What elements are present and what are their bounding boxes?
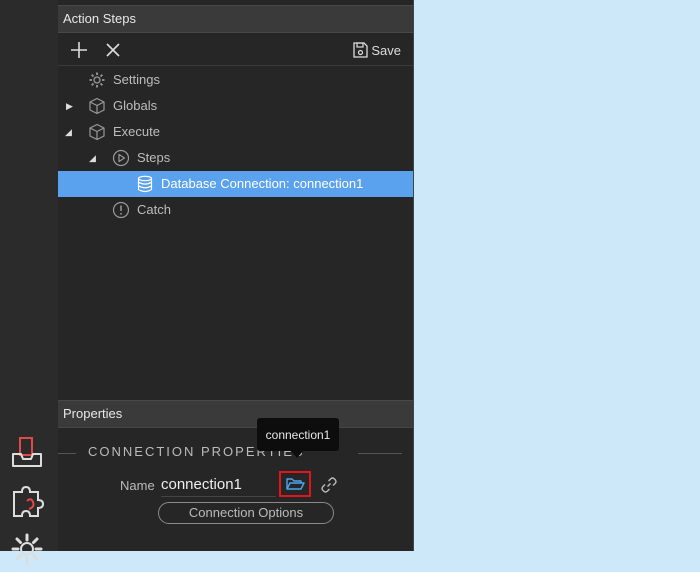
tree-item-settings[interactable]: Settings bbox=[58, 67, 413, 93]
divider bbox=[358, 453, 402, 454]
folder-open-icon bbox=[286, 478, 305, 490]
tree-item-label: Execute bbox=[113, 124, 160, 139]
tree-item-steps[interactable]: ◢ Steps bbox=[58, 145, 413, 171]
tree-item-label: Steps bbox=[137, 150, 171, 165]
collapse-arrow-icon[interactable]: ◢ bbox=[65, 119, 75, 145]
tree-item-label: Globals bbox=[113, 98, 158, 113]
tooltip: connection1 bbox=[257, 418, 339, 451]
tree-item-label: Database Connection: connection1 bbox=[161, 176, 364, 191]
properties-header: Properties bbox=[58, 400, 413, 428]
tree-item-database-connection[interactable]: Database Connection: connection1 bbox=[58, 171, 413, 197]
save-icon bbox=[353, 42, 369, 58]
tree-item-execute[interactable]: ◢ Execute bbox=[58, 119, 413, 145]
left-sidebar bbox=[0, 0, 58, 565]
exclamation-circle-icon bbox=[112, 201, 130, 219]
steps-toolbar: Save bbox=[58, 34, 413, 66]
tree-item-label: Settings bbox=[113, 72, 160, 87]
panel-title: Properties bbox=[63, 406, 123, 421]
inbox-icon[interactable] bbox=[9, 436, 45, 472]
expand-arrow-icon[interactable]: ▶ bbox=[66, 93, 76, 119]
browse-button[interactable] bbox=[279, 471, 311, 497]
section-heading: CONNECTION PROPERTIES bbox=[58, 444, 413, 464]
gear-icon bbox=[88, 71, 106, 89]
link-icon[interactable] bbox=[320, 476, 338, 499]
connection-options-button[interactable]: Connection Options bbox=[158, 502, 334, 524]
close-icon[interactable] bbox=[105, 42, 121, 63]
puzzle-icon[interactable] bbox=[9, 485, 45, 521]
panel-title: Action Steps bbox=[63, 11, 136, 26]
cube-icon bbox=[88, 97, 106, 115]
plus-icon[interactable] bbox=[70, 41, 88, 64]
name-field[interactable]: connection1 bbox=[161, 474, 276, 497]
divider bbox=[58, 453, 76, 454]
action-steps-panel: Action Steps Save Settings ▶ Globals ◢ E… bbox=[58, 0, 414, 551]
play-circle-icon bbox=[112, 149, 130, 167]
tree-item-globals[interactable]: ▶ Globals bbox=[58, 93, 413, 119]
tree-item-label: Catch bbox=[137, 202, 171, 217]
action-steps-header: Action Steps bbox=[58, 5, 413, 33]
cube-icon bbox=[88, 123, 106, 141]
gear-icon[interactable] bbox=[9, 531, 45, 567]
tooltip-arrow bbox=[291, 451, 303, 458]
save-label: Save bbox=[371, 42, 401, 58]
name-label: Name bbox=[120, 478, 155, 493]
collapse-arrow-icon[interactable]: ◢ bbox=[89, 145, 99, 171]
properties-content: CONNECTION PROPERTIES Name connection1 C… bbox=[58, 426, 413, 551]
tree-item-catch[interactable]: Catch bbox=[58, 197, 413, 223]
save-button[interactable]: Save bbox=[353, 41, 401, 59]
database-icon bbox=[136, 175, 154, 193]
